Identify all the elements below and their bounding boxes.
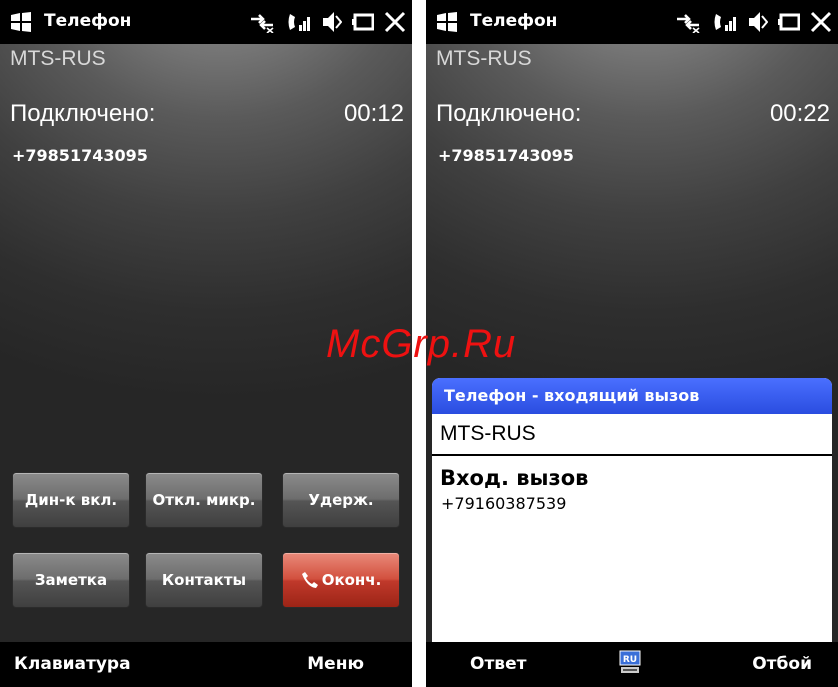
input-language-label: RU (623, 655, 637, 665)
call-state: Подключено: (436, 100, 582, 127)
keyboard-icon[interactable]: RU (619, 650, 641, 679)
carrier-name: MTS-RUS (10, 47, 106, 70)
status-bar: Телефон (426, 0, 838, 44)
softkey-bar: Клавиатура Меню (0, 642, 412, 687)
carrier-name: MTS-RUS (436, 47, 532, 70)
close-icon[interactable] (384, 11, 406, 33)
softkey-menu[interactable]: Меню (307, 654, 364, 674)
call-timer: 00:22 (769, 100, 830, 127)
caller-number: +79160387539 (441, 494, 567, 513)
call-state: Подключено: (10, 100, 156, 127)
speaker-muted-icon[interactable] (748, 10, 768, 34)
speaker-button[interactable]: Дин-к вкл. (12, 472, 130, 528)
end-call-label: Оконч. (321, 571, 382, 589)
mute-button[interactable]: Откл. микр. (145, 472, 263, 528)
end-call-button[interactable]: Оконч. (282, 552, 400, 608)
call-number: +79851743095 (12, 146, 148, 165)
battery-icon[interactable] (778, 12, 800, 32)
data-connection-icon[interactable] (674, 11, 702, 33)
incoming-call-dialog[interactable]: Телефон - входящий вызов MTS-RUS Вход. в… (432, 378, 832, 642)
note-button[interactable]: Заметка (12, 552, 130, 608)
call-timer: 00:12 (343, 100, 404, 127)
watermark: McGrp.Ru (326, 322, 517, 366)
windows-logo-icon[interactable] (436, 12, 458, 32)
softkey-answer[interactable]: Ответ (470, 654, 526, 674)
signal-icon[interactable] (712, 10, 738, 34)
status-bar: Телефон (0, 0, 412, 44)
dialog-heading: Вход. вызов (440, 466, 589, 490)
hold-button[interactable]: Удерж. (282, 472, 400, 528)
data-connection-icon[interactable] (248, 11, 276, 33)
status-title: Телефон (44, 11, 132, 31)
softkey-bar: Ответ RU Отбой (426, 642, 838, 687)
contacts-button[interactable]: Контакты (145, 552, 263, 608)
softkey-keypad[interactable]: Клавиатура (14, 654, 131, 674)
signal-icon[interactable] (286, 10, 312, 34)
phone-icon (301, 571, 319, 589)
softkey-decline[interactable]: Отбой (752, 654, 812, 674)
call-number: +79851743095 (438, 146, 574, 165)
close-icon[interactable] (810, 11, 832, 33)
battery-icon[interactable] (352, 12, 374, 32)
speaker-muted-icon[interactable] (322, 10, 342, 34)
dialog-title: Телефон - входящий вызов (432, 378, 832, 414)
status-title: Телефон (470, 11, 558, 31)
windows-logo-icon[interactable] (10, 12, 32, 32)
dialog-carrier: MTS-RUS (432, 414, 832, 456)
